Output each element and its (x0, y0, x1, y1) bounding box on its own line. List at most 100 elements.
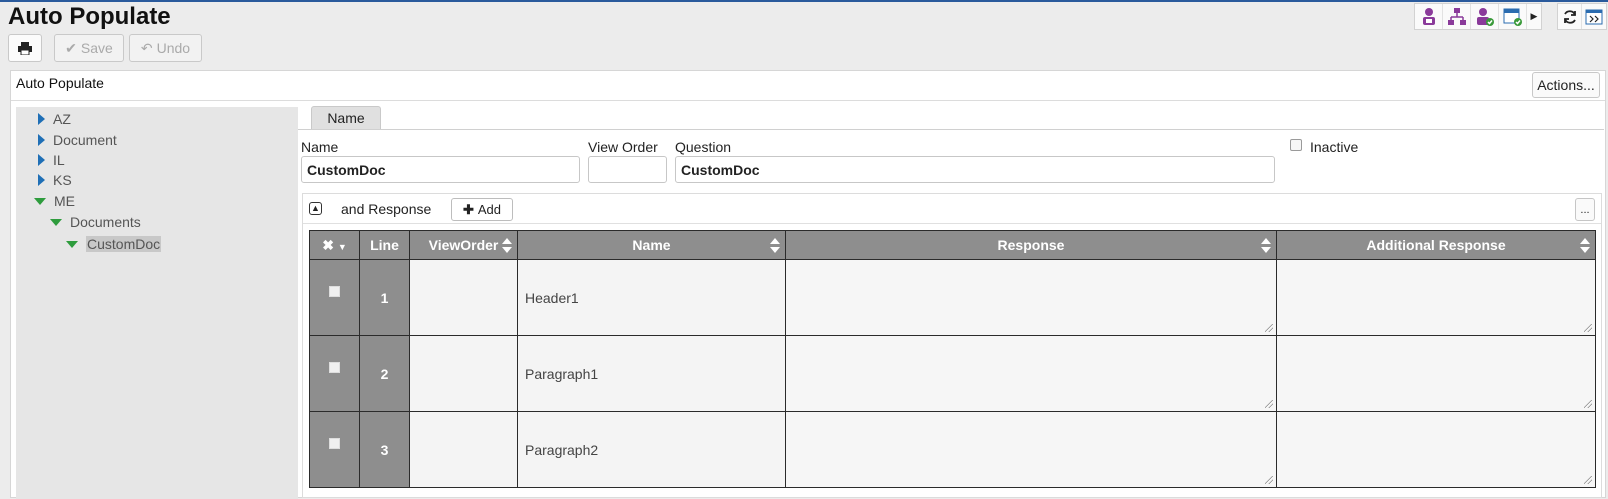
collapse-arrow-icon[interactable] (66, 240, 78, 248)
user-check-icon[interactable] (1471, 4, 1499, 29)
add-row-button[interactable]: ✚ Add (451, 198, 513, 221)
row-checkbox[interactable] (329, 361, 340, 373)
column-header-label: ViewOrder (428, 237, 499, 253)
response-cell[interactable] (785, 335, 1277, 412)
expand-arrow-icon[interactable] (38, 174, 45, 186)
plus-icon: ✚ (462, 201, 474, 217)
expand-arrow-icon[interactable] (38, 134, 45, 146)
tree-node-label: AZ (53, 111, 71, 127)
name-cell[interactable]: Paragraph1 (517, 335, 786, 412)
resize-handle-icon[interactable] (1584, 324, 1592, 332)
vieworder-cell[interactable] (409, 411, 518, 488)
tree-node-customdoc[interactable]: CustomDoc (66, 235, 162, 253)
save-button[interactable]: ✔ Save (54, 34, 124, 62)
row-checkbox[interactable] (329, 437, 340, 449)
grid-title: and Response (341, 201, 432, 217)
tab-underline (298, 129, 1604, 130)
table-row: 1 Header1 (309, 259, 1596, 336)
column-header-line[interactable]: Line (359, 230, 410, 260)
sort-icon[interactable] (1261, 238, 1271, 253)
undo-button[interactable]: ↶ Undo (129, 34, 202, 62)
tree-node-il[interactable]: IL (38, 151, 65, 169)
response-cell[interactable] (785, 259, 1277, 336)
calendar-check-icon[interactable] (1499, 4, 1527, 29)
panel-title: Auto Populate (16, 75, 104, 91)
question-label: Question (675, 139, 732, 155)
sort-icon[interactable] (502, 238, 512, 253)
tree-node-label: Document (53, 132, 117, 148)
vieworder-cell[interactable] (409, 335, 518, 412)
tree-node-label: KS (53, 172, 72, 188)
row-select-cell[interactable] (309, 335, 360, 412)
additional-response-cell[interactable] (1276, 259, 1596, 336)
name-cell[interactable]: Header1 (517, 259, 786, 336)
table-header-row: ✖ ▼ Line ViewOrder Name Response Additio… (309, 230, 1596, 260)
column-header-additional-response[interactable]: Additional Response (1276, 230, 1596, 260)
page-title: Auto Populate (8, 3, 171, 30)
tree-node-az[interactable]: AZ (38, 110, 71, 128)
org-chart-icon[interactable] (1443, 4, 1471, 29)
actions-button[interactable]: Actions... (1532, 72, 1600, 98)
inactive-checkbox[interactable] (1290, 139, 1302, 151)
refresh-icon[interactable] (1558, 4, 1582, 29)
column-header-name[interactable]: Name (517, 230, 786, 260)
additional-response-cell[interactable] (1276, 411, 1596, 488)
view-order-label: View Order (588, 139, 658, 155)
dropdown-caret-icon[interactable]: ▼ (338, 242, 347, 252)
expand-arrow-icon[interactable] (38, 113, 45, 125)
sort-icon[interactable] (770, 238, 780, 253)
undo-label: Undo (156, 40, 191, 56)
tree-node-label: CustomDoc (86, 236, 162, 252)
resize-handle-icon[interactable] (1584, 476, 1592, 484)
tree-node-me[interactable]: ME (34, 192, 75, 210)
select-column-header[interactable]: ✖ ▼ (309, 230, 360, 260)
tree-node-ks[interactable]: KS (38, 171, 72, 189)
table-row: 2 Paragraph1 (309, 335, 1596, 412)
resize-handle-icon[interactable] (1265, 476, 1273, 484)
row-select-cell[interactable] (309, 259, 360, 336)
tree-node-label: ME (54, 193, 75, 209)
top-right-utility-toolbar (1557, 3, 1607, 30)
vieworder-cell[interactable] (409, 259, 518, 336)
tree-node-document[interactable]: Document (38, 131, 117, 149)
expand-arrow-icon[interactable] (38, 154, 45, 166)
response-table: ✖ ▼ Line ViewOrder Name Response Additio… (309, 230, 1596, 488)
column-header-label: Response (997, 237, 1065, 253)
print-button[interactable] (8, 34, 42, 62)
more-arrow-icon[interactable]: ▶ (1527, 4, 1541, 29)
inactive-label: Inactive (1310, 139, 1359, 155)
expand-window-icon[interactable] (1582, 4, 1606, 29)
name-field[interactable]: CustomDoc (301, 156, 580, 183)
column-header-response[interactable]: Response (785, 230, 1277, 260)
line-cell: 1 (359, 259, 410, 336)
tree-node-documents[interactable]: Documents (50, 213, 141, 231)
resize-handle-icon[interactable] (1265, 400, 1273, 408)
user-book-icon[interactable] (1415, 4, 1443, 29)
checkmark-icon: ✔ (65, 39, 77, 56)
tree-node-label: IL (53, 152, 65, 168)
clear-selection-icon[interactable]: ✖ (322, 237, 334, 253)
collapse-section-icon[interactable]: ▲ (309, 202, 322, 215)
column-header-vieworder[interactable]: ViewOrder (409, 230, 518, 260)
line-cell: 3 (359, 411, 410, 488)
line-cell: 2 (359, 335, 410, 412)
column-header-label: Additional Response (1366, 237, 1506, 253)
name-label: Name (301, 139, 339, 155)
collapse-arrow-icon[interactable] (50, 218, 62, 226)
save-label: Save (80, 40, 113, 56)
name-cell[interactable]: Paragraph2 (517, 411, 786, 488)
more-options-button[interactable]: ... (1575, 198, 1595, 221)
top-right-icon-toolbar: ▶ (1414, 3, 1542, 30)
question-field[interactable]: CustomDoc (675, 156, 1275, 183)
view-order-field[interactable] (588, 156, 667, 183)
row-select-cell[interactable] (309, 411, 360, 488)
tab-name[interactable]: Name (311, 106, 381, 129)
collapse-arrow-icon[interactable] (34, 197, 46, 205)
resize-handle-icon[interactable] (1584, 400, 1592, 408)
tree-panel: AZ Document IL KS ME Documents CustomDoc (16, 107, 298, 499)
sort-icon[interactable] (1580, 238, 1590, 253)
response-cell[interactable] (785, 411, 1277, 488)
row-checkbox[interactable] (329, 285, 340, 297)
additional-response-cell[interactable] (1276, 335, 1596, 412)
resize-handle-icon[interactable] (1265, 324, 1273, 332)
